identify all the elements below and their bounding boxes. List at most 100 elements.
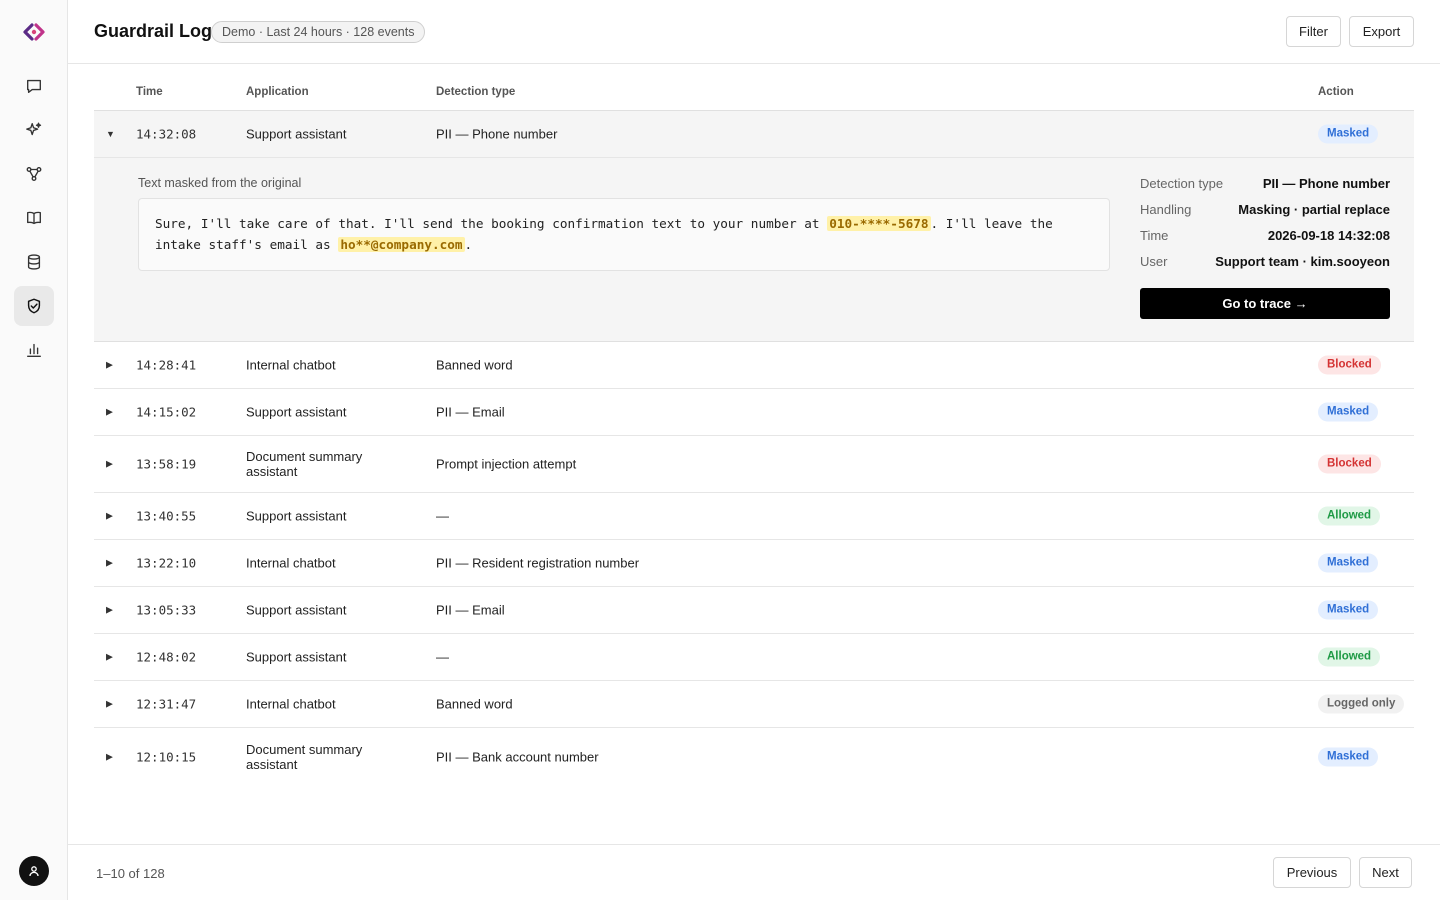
table-row[interactable]: ▶ 13:40:55 Support assistant — Allowed — [94, 493, 1414, 540]
nav-data[interactable] — [14, 242, 54, 282]
action-badge: Blocked — [1318, 355, 1381, 375]
row-time: 13:40:55 — [136, 508, 197, 524]
meta-handling: Handling Masking · partial replace — [1140, 202, 1390, 220]
row-application: Internal chatbot — [246, 696, 336, 712]
page-header: Guardrail Log Demo · Last 24 hours · 128… — [68, 0, 1440, 64]
export-button[interactable]: Export — [1349, 16, 1414, 47]
row-detection-type: Banned word — [436, 357, 513, 373]
action-badge: Masked — [1318, 553, 1379, 573]
masked-text-part: . — [464, 237, 473, 252]
table-header: Time Application Detection type Action — [94, 64, 1414, 111]
database-icon — [27, 254, 41, 270]
pagination-range: 1–10 of 128 — [96, 866, 165, 881]
row-time: 13:58:19 — [136, 456, 197, 472]
table-row[interactable]: ▶ 13:58:19 Document summary assistant Pr… — [94, 436, 1414, 493]
expand-caret-icon[interactable]: ▶ — [106, 407, 116, 418]
expand-caret-icon[interactable]: ▶ — [106, 459, 116, 470]
row-time: 13:22:10 — [136, 555, 197, 571]
meta-key: Detection type — [1140, 176, 1224, 191]
action-badge: Blocked — [1318, 454, 1381, 474]
row-time: 14:28:41 — [136, 357, 197, 373]
row-detection-type: PII — Resident registration number — [436, 555, 640, 571]
meta-time: Time 2026-09-18 14:32:08 — [1140, 228, 1390, 246]
meta-detection-type: Detection type PII — Phone number — [1140, 176, 1390, 194]
row-detection-type: PII — Bank account number — [436, 749, 599, 764]
row-application: Support assistant — [246, 126, 347, 142]
user-avatar[interactable] — [19, 856, 49, 886]
expand-caret-icon[interactable]: ▶ — [106, 360, 116, 371]
row-application: Support assistant — [246, 602, 347, 618]
expand-caret-icon[interactable]: ▶ — [106, 511, 116, 522]
meta-value: PII — Phone number — [1262, 176, 1390, 191]
expand-caret-icon[interactable]: ▶ — [106, 558, 116, 569]
meta-value: Masking · partial replace — [1238, 202, 1390, 217]
table-row[interactable]: ▶ 14:28:41 Internal chatbot Banned word … — [94, 342, 1414, 389]
table-row[interactable]: ▶ 12:31:47 Internal chatbot Banned word … — [94, 681, 1414, 728]
table-row[interactable]: ▶ 12:10:15 Document summary assistant PI… — [94, 728, 1414, 785]
row-time: 13:05:33 — [136, 602, 197, 618]
sidebar — [0, 0, 68, 900]
row-application: Document summary assistant — [246, 449, 363, 479]
nav-chat[interactable] — [14, 66, 54, 106]
nav-workflow[interactable] — [14, 154, 54, 194]
expand-caret-icon[interactable]: ▶ — [106, 652, 116, 663]
next-page-button[interactable]: Next — [1359, 857, 1412, 888]
action-badge: Masked — [1318, 402, 1379, 422]
collapse-caret-icon[interactable]: ▼ — [106, 129, 116, 139]
row-application: Support assistant — [246, 649, 347, 665]
action-badge: Logged only — [1318, 694, 1405, 714]
masked-phone-highlight: 010-****-5678 — [827, 216, 931, 231]
row-detection-type: — — [436, 508, 449, 524]
table-row[interactable]: ▶ 13:05:33 Support assistant PII — Email… — [94, 587, 1414, 634]
go-to-trace-button[interactable]: Go to trace → — [1140, 288, 1390, 319]
filter-button[interactable]: Filter — [1286, 16, 1341, 47]
row-time: 14:15:02 — [136, 404, 197, 420]
table-row[interactable]: ▶ 12:48:02 Support assistant — Allowed — [94, 634, 1414, 681]
masked-text-label: Text masked from the original — [138, 176, 302, 190]
book-icon — [27, 211, 41, 225]
logo-mark[interactable] — [20, 18, 48, 46]
workflow-icon — [26, 167, 42, 181]
chat-icon — [27, 79, 41, 93]
row-detection-type: PII — Email — [436, 404, 505, 420]
meta-value: Support team · kim.sooyeon — [1215, 254, 1390, 269]
action-badge: Allowed — [1318, 647, 1381, 667]
action-badge: Masked — [1318, 600, 1379, 620]
table-row[interactable]: ▶ 14:15:02 Support assistant PII — Email… — [94, 389, 1414, 436]
scope-badge: Demo · Last 24 hours · 128 events — [211, 21, 426, 43]
row-application: Support assistant — [246, 404, 347, 420]
previous-page-button[interactable]: Previous — [1273, 857, 1351, 888]
meta-value: 2026-09-18 14:32:08 — [1267, 228, 1390, 243]
nav-guardrail[interactable] — [14, 286, 54, 326]
expand-caret-icon[interactable]: ▶ — [106, 751, 116, 762]
action-badge: Masked — [1318, 747, 1379, 766]
table-row[interactable]: ▼ 14:32:08 Support assistant PII — Phone… — [94, 111, 1414, 158]
row-detection-type: Prompt injection attempt — [436, 456, 577, 472]
guardrail-log-table: Time Application Detection type Action ▼… — [94, 64, 1414, 785]
expand-caret-icon[interactable]: ▶ — [106, 605, 116, 616]
row-application: Support assistant — [246, 508, 347, 524]
row-time: 12:48:02 — [136, 649, 197, 665]
expand-caret-icon[interactable]: ▶ — [106, 699, 116, 710]
row-time: 12:10:15 — [136, 749, 197, 764]
page-title: Guardrail Log — [94, 21, 213, 41]
nav-analytics[interactable] — [14, 330, 54, 370]
row-application: Document summary assistant — [246, 741, 363, 772]
table-row[interactable]: ▶ 13:22:10 Internal chatbot PII — Reside… — [94, 540, 1414, 587]
row-detection-type: Banned word — [436, 696, 513, 712]
row-detection-type: PII — Phone number — [436, 126, 558, 142]
column-header-action[interactable]: Action — [1318, 86, 1354, 98]
column-header-time[interactable]: Time — [136, 86, 163, 98]
row-detail-panel: Text masked from the original Sure, I'll… — [94, 158, 1414, 342]
meta-key: Handling — [1140, 202, 1192, 217]
nav-docs[interactable] — [14, 198, 54, 238]
action-badge: Allowed — [1318, 506, 1381, 526]
row-detection-type: — — [436, 649, 449, 665]
column-header-application[interactable]: Application — [246, 86, 309, 98]
row-detection-type: PII — Email — [436, 602, 505, 618]
column-header-detection[interactable]: Detection type — [436, 86, 515, 98]
row-time: 12:31:47 — [136, 696, 197, 712]
row-application: Internal chatbot — [246, 357, 336, 373]
meta-key: User — [1140, 254, 1168, 269]
nav-ai[interactable] — [14, 110, 54, 150]
